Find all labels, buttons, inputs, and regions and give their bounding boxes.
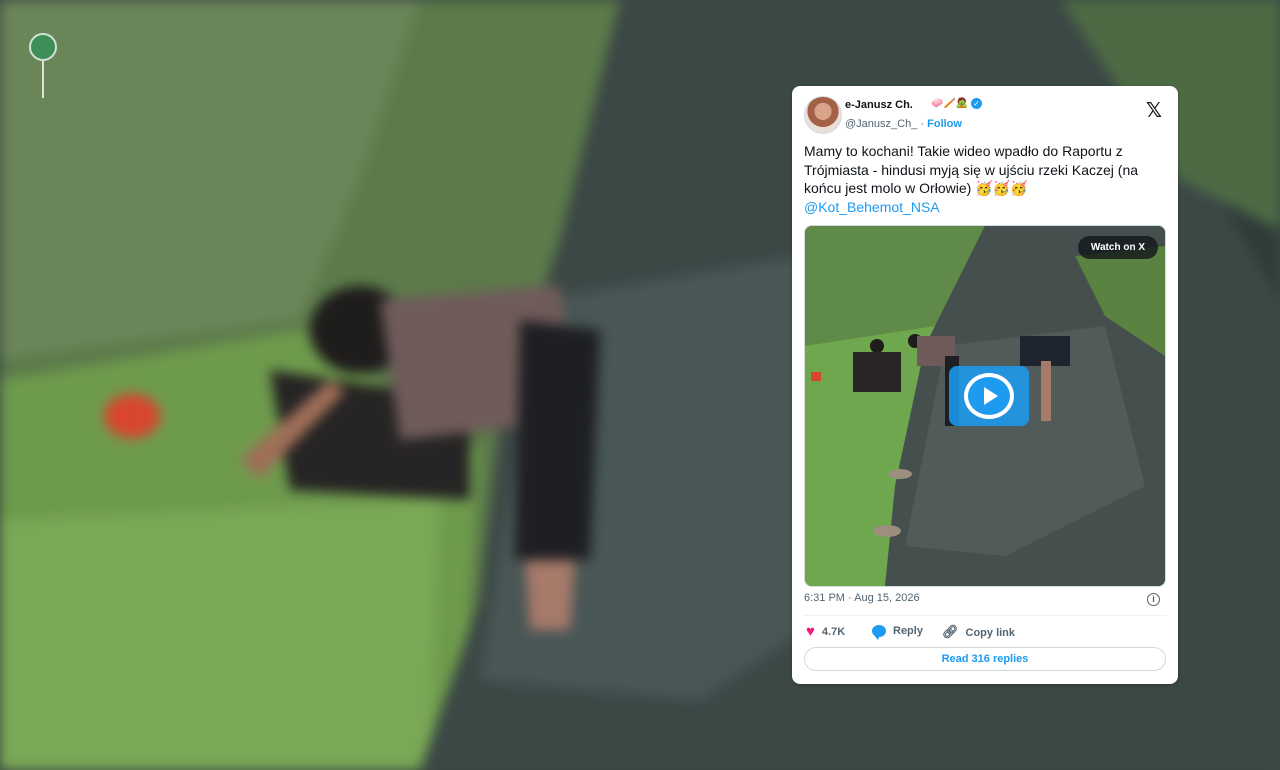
avatar[interactable]: [804, 96, 842, 134]
heart-icon: ♥: [806, 623, 815, 640]
copy-link-label: Copy link: [965, 626, 1016, 639]
play-button[interactable]: [949, 366, 1029, 426]
tweet-timestamp[interactable]: 6:31 PM · Aug 15, 2026: [804, 592, 920, 604]
reply-icon: [872, 625, 886, 640]
author-handle[interactable]: @Janusz_Ch_: [845, 118, 917, 130]
tweet-video[interactable]: Watch on X: [804, 225, 1166, 587]
watch-on-x-button[interactable]: Watch on X: [1077, 236, 1158, 259]
separator: ·: [920, 118, 925, 130]
tweet-body: Mamy to kochani! Takie wideo wpadło do R…: [804, 143, 1139, 196]
handle-line: @Janusz_Ch_ · Follow: [845, 118, 962, 130]
tweet-header: e-Janusz Ch. 🧼🪥🧟 ✓ @Janusz_Ch_ · Follow …: [804, 96, 1166, 136]
follow-link[interactable]: Follow: [927, 118, 962, 130]
author-name[interactable]: e-Janusz Ch.: [845, 99, 913, 111]
divider: [804, 615, 1166, 616]
x-logo-icon[interactable]: 𝕏: [1146, 98, 1162, 122]
tweet-embed-card[interactable]: e-Janusz Ch. 🧼🪥🧟 ✓ @Janusz_Ch_ · Follow …: [792, 86, 1178, 684]
tweet-text: Mamy to kochani! Takie wideo wpadło do R…: [804, 142, 1166, 216]
tweet-meta: 6:31 PM · Aug 15, 2026 i: [804, 592, 1166, 608]
copy-link-action[interactable]: 🔗︎ Copy link: [942, 625, 1015, 640]
author-emojis: 🧼🪥🧟 ✓: [931, 98, 983, 109]
reply-label: Reply: [893, 625, 923, 637]
read-replies-button[interactable]: Read 316 replies: [804, 647, 1166, 671]
link-icon: 🔗︎: [942, 625, 959, 640]
play-icon: [984, 387, 998, 405]
like-action[interactable]: ♥ 4.7K: [806, 623, 846, 640]
verified-icon: ✓: [971, 98, 983, 109]
mention-link[interactable]: @Kot_Behemot_NSA: [804, 198, 1166, 217]
reply-action[interactable]: Reply: [872, 625, 923, 640]
tweet-actions: ♥ 4.7K Reply 🔗︎ Copy link: [804, 623, 1166, 643]
like-count: 4.7K: [821, 626, 846, 638]
map-pin-icon: [29, 33, 57, 98]
info-icon[interactable]: i: [1147, 593, 1160, 606]
